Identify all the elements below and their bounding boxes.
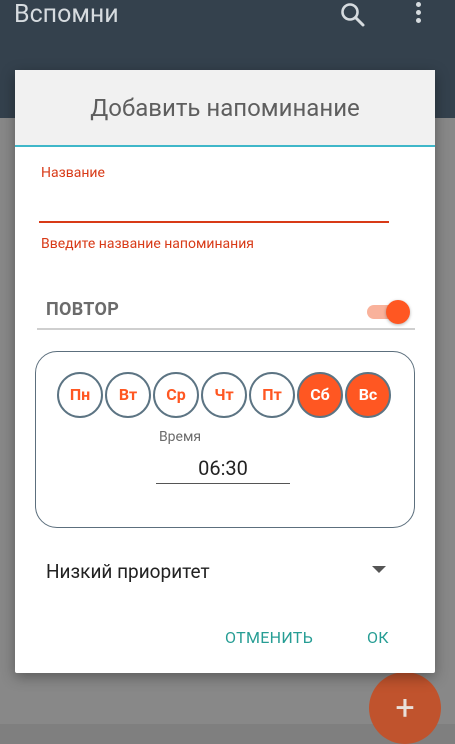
cancel-button[interactable]: ОТМЕНИТЬ xyxy=(225,628,313,647)
day-toggle-sun[interactable]: Вс xyxy=(345,372,391,418)
add-reminder-dialog: Добавить напоминание Название Введите на… xyxy=(15,70,435,673)
day-toggle-mon[interactable]: Пн xyxy=(57,372,103,418)
add-fab-button[interactable]: + xyxy=(369,672,441,744)
repeat-label: ПОВТОР xyxy=(46,299,120,320)
time-picker-field[interactable]: 06:30 xyxy=(156,453,290,484)
day-toggle-wed[interactable]: Ср xyxy=(153,372,199,418)
time-label: Время xyxy=(158,429,202,445)
dropdown-arrow-icon[interactable] xyxy=(372,566,386,573)
repeat-switch[interactable] xyxy=(386,300,410,324)
more-vert-icon[interactable] xyxy=(410,2,426,28)
name-input[interactable] xyxy=(39,185,389,223)
day-toggle-sat[interactable]: Сб xyxy=(297,372,343,418)
search-icon[interactable] xyxy=(339,1,367,29)
day-toggle-fri[interactable]: Пт xyxy=(249,372,295,418)
name-field-label: Название xyxy=(41,165,105,181)
priority-select[interactable]: Низкий приоритет xyxy=(46,560,210,583)
app-title: Вспомни xyxy=(14,0,119,29)
dialog-title: Добавить напоминание xyxy=(90,94,360,122)
weekday-selector: Пн Вт Ср Чт Пт Сб Вс xyxy=(57,372,397,418)
ok-button[interactable]: ОК xyxy=(367,628,389,647)
dialog-header: Добавить напоминание xyxy=(15,70,435,147)
day-toggle-thu[interactable]: Чт xyxy=(201,372,247,418)
repeat-row: ПОВТОР xyxy=(37,296,415,330)
day-toggle-tue[interactable]: Вт xyxy=(105,372,151,418)
name-error-text: Введите название напоминания xyxy=(41,236,254,252)
schedule-box: Пн Вт Ср Чт Пт Сб Вс Время 06:30 xyxy=(35,351,415,528)
